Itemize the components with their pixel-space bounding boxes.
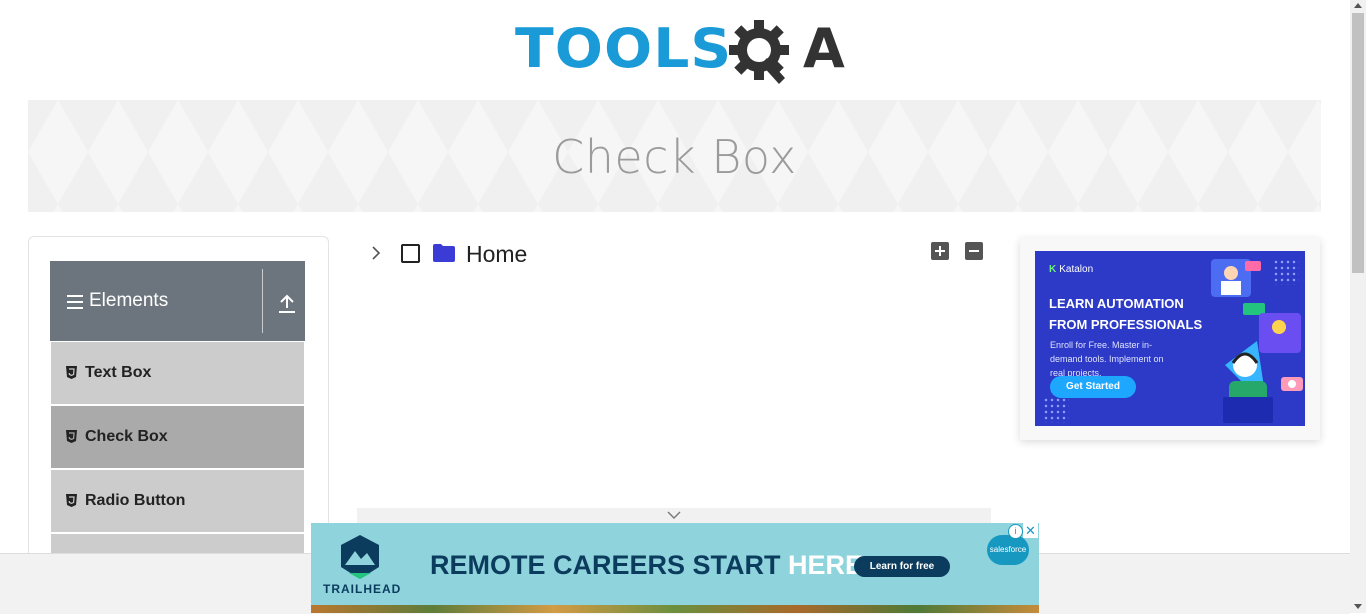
- sidebar-item-check-box[interactable]: Check Box: [51, 406, 304, 470]
- group-title: Elements: [89, 290, 169, 311]
- chevron-right-icon[interactable]: [370, 245, 382, 261]
- dots-decoration: [1043, 397, 1069, 423]
- ad-info-icon[interactable]: i: [1008, 524, 1023, 539]
- collapse-all-button[interactable]: [965, 242, 983, 260]
- logo-text: TOOLS: [515, 17, 733, 80]
- trailhead-ad[interactable]: TRAILHEAD REMOTE CAREERS START HERE. Lea…: [311, 523, 1039, 613]
- ad-close-icon[interactable]: ✕: [1023, 523, 1038, 538]
- sidebar-item-label: Text Box: [85, 364, 152, 381]
- katalon-ad[interactable]: K Katalon LEARN AUTOMATION FROM PROFESSIO…: [1020, 238, 1320, 440]
- html5-icon: [66, 494, 77, 507]
- salesforce-logo: salesforce: [987, 535, 1029, 565]
- gear-icon: [729, 20, 789, 84]
- page-title: Check Box: [552, 130, 797, 184]
- scroll-up-icon[interactable]: [1354, 3, 1362, 8]
- home-checkbox[interactable]: [401, 244, 420, 263]
- html5-icon: [66, 430, 77, 443]
- tree-node-label[interactable]: Home: [466, 241, 527, 268]
- sidebar-item-label: Radio Button: [85, 492, 186, 509]
- trailhead-logo-icon: [341, 535, 379, 579]
- collapse-up-icon[interactable]: [276, 291, 298, 315]
- tree-node-home: Home: [360, 238, 1000, 270]
- chevron-down-icon[interactable]: [667, 510, 681, 520]
- ad-headline: LEARN AUTOMATION FROM PROFESSIONALS: [1049, 296, 1203, 332]
- ad-headline: REMOTE CAREERS START HERE.: [430, 550, 871, 580]
- toolsqa-logo[interactable]: TOOLS A: [515, 14, 845, 90]
- scroll-down-icon[interactable]: [1354, 604, 1362, 609]
- ad-brand: TRAILHEAD: [323, 582, 402, 596]
- ad-brand: K Katalon: [1049, 264, 1094, 275]
- hamburger-icon: [67, 295, 83, 309]
- get-started-button[interactable]: Get Started: [1050, 376, 1136, 398]
- sidebar-item-radio-button[interactable]: Radio Button: [51, 470, 304, 534]
- ad-image-strip: [311, 605, 1039, 613]
- page-scrollbar[interactable]: [1350, 0, 1366, 613]
- sidebar-item-label: Check Box: [85, 428, 168, 445]
- elements-group-header[interactable]: Elements: [50, 261, 305, 341]
- sidebar-item-text-box[interactable]: Text Box: [51, 342, 304, 406]
- sidebar: Elements Text Box Check Box Radio Button: [28, 236, 329, 568]
- scrollbar-thumb[interactable]: [1352, 13, 1364, 273]
- html5-icon: [66, 366, 77, 379]
- ad-subtext: Enroll for Free. Master in-demand tools.…: [1050, 340, 1164, 378]
- logo-suffix: A: [803, 17, 845, 80]
- page-banner: Check Box: [28, 100, 1321, 212]
- folder-icon: [433, 244, 455, 262]
- expand-all-button[interactable]: [931, 242, 949, 260]
- ad-creative[interactable]: K Katalon LEARN AUTOMATION FROM PROFESSIO…: [1035, 251, 1305, 426]
- group-divider: [262, 269, 263, 333]
- people-illustration: [1211, 259, 1303, 423]
- learn-for-free-button[interactable]: Learn for free: [854, 556, 950, 577]
